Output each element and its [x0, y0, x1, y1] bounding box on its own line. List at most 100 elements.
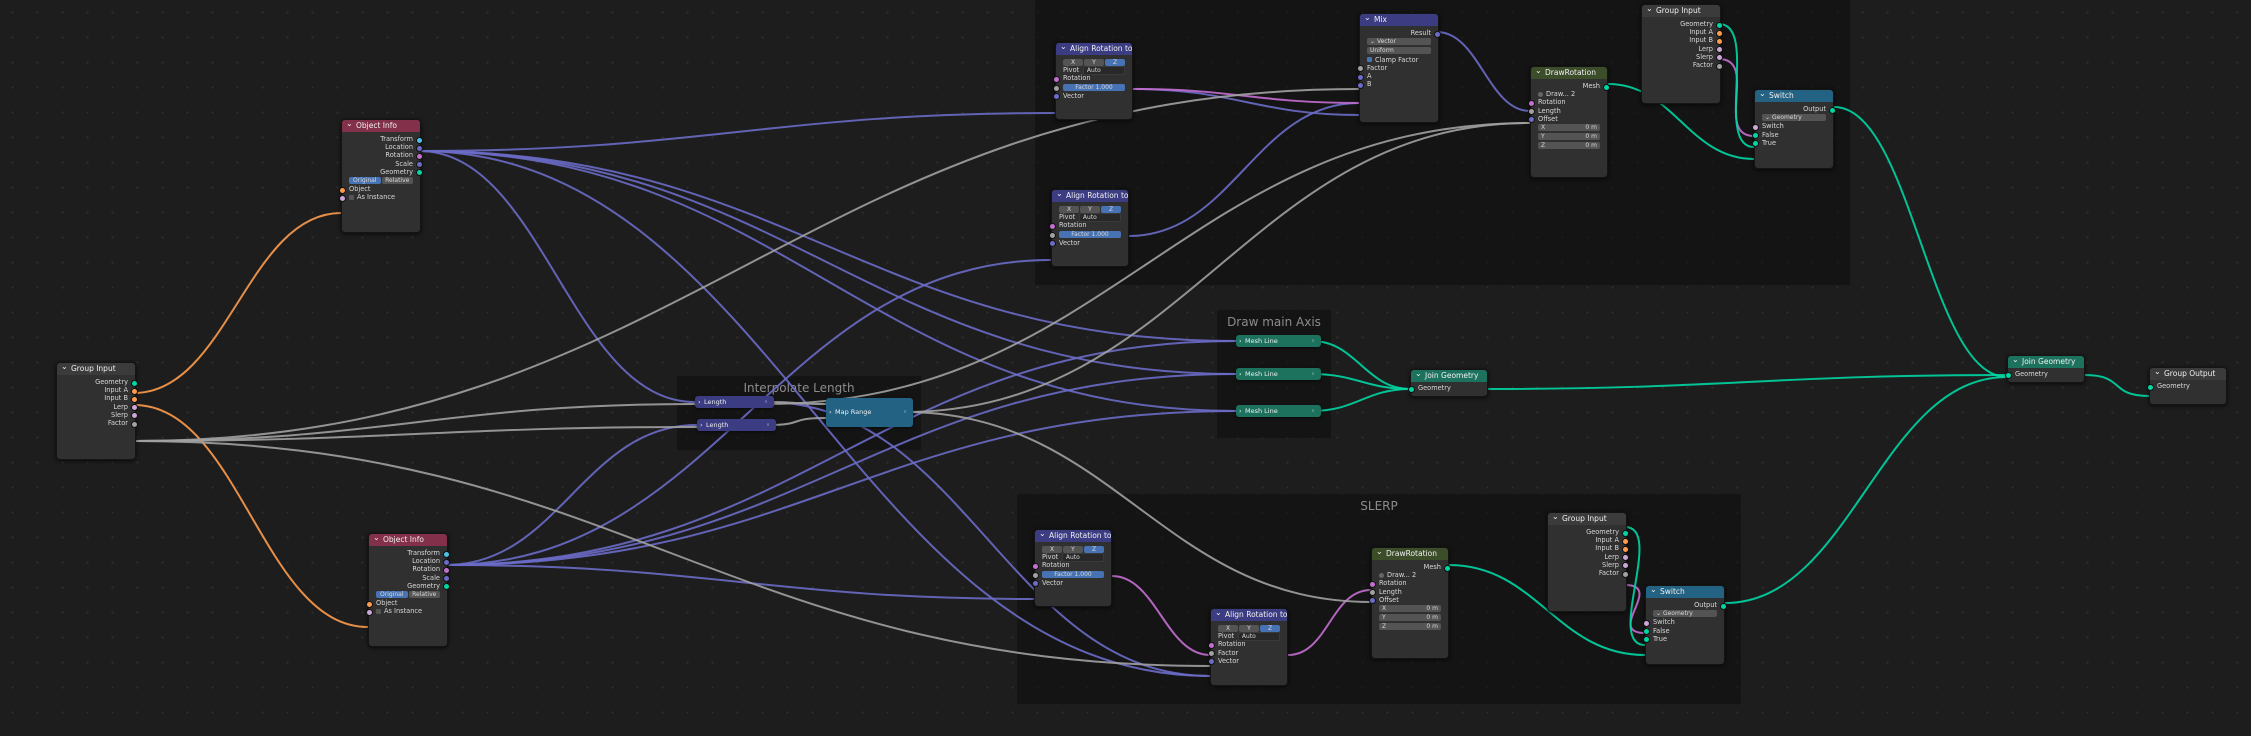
vector-socket[interactable]: [1053, 93, 1060, 101]
object-info-node-top[interactable]: Object Info Transform Location Rotation …: [339, 119, 423, 233]
geometry-socket[interactable]: [443, 583, 450, 591]
offset-x-field[interactable]: X0 m: [1538, 123, 1600, 131]
node-header[interactable]: Align Rotation to ...: [1052, 190, 1128, 202]
node-header[interactable]: DrawRotation: [1531, 67, 1607, 79]
node-header[interactable]: Align Rotation to ...: [1211, 609, 1287, 621]
align-rotation-node-top-2[interactable]: Align Rotation to ... XYZ PivotAuto Rota…: [1049, 189, 1129, 267]
bool-socket[interactable]: [366, 608, 373, 616]
vector-socket[interactable]: [1032, 580, 1039, 588]
datablock-field[interactable]: Draw...: [1546, 90, 1569, 98]
align-rotation-node-bottom-1[interactable]: Align Rotation to ... XYZ PivotAuto Rota…: [1032, 529, 1112, 607]
length-node-2[interactable]: › Length ◦: [697, 419, 776, 431]
float-socket[interactable]: [1622, 570, 1629, 578]
axis-x-button[interactable]: X: [1218, 625, 1238, 632]
axis-z-button[interactable]: Z: [1105, 59, 1125, 66]
join-geometry-node-right[interactable]: Join Geometry Geometry: [2005, 355, 2085, 383]
type-dropdown[interactable]: ⌄ Geometry: [1653, 610, 1717, 618]
as-instance-checkbox[interactable]: [376, 608, 381, 614]
node-header[interactable]: DrawRotation: [1372, 548, 1448, 560]
mode-relative-button[interactable]: Relative: [381, 176, 413, 184]
node-header[interactable]: Switch: [1755, 90, 1833, 102]
axis-z-button[interactable]: Z: [1101, 206, 1121, 213]
draw-rotation-node-bottom[interactable]: DrawRotation Mesh Draw... 2 Rotation Len…: [1369, 547, 1451, 659]
vector-socket[interactable]: [1357, 81, 1364, 89]
node-header[interactable]: Group Input: [1548, 513, 1626, 525]
node-header[interactable]: Object Info: [369, 534, 447, 546]
as-instance-checkbox[interactable]: [349, 194, 354, 200]
align-rotation-node-top-1[interactable]: Align Rotation to ... XYZ PivotAuto Rota…: [1053, 42, 1133, 120]
axis-y-button[interactable]: Y: [1063, 546, 1083, 553]
rotation-socket[interactable]: [1053, 75, 1060, 83]
align-rotation-node-bottom-2[interactable]: Align Rotation to ... XYZ PivotAuto Rota…: [1208, 608, 1288, 686]
node-header[interactable]: Join Geometry: [2008, 356, 2084, 368]
node-header[interactable]: Switch: [1646, 586, 1724, 598]
geometry-socket[interactable]: [416, 169, 423, 177]
axis-x-button[interactable]: X: [1059, 206, 1079, 213]
mesh-line-node-3[interactable]: › Mesh Line ◦: [1236, 405, 1321, 417]
vector-socket[interactable]: [1369, 597, 1376, 605]
node-header[interactable]: Join Geometry: [1411, 370, 1487, 382]
factor-field[interactable]: Factor 1.000: [1042, 570, 1104, 578]
datablock-field[interactable]: Draw...: [1387, 571, 1410, 579]
offset-y-field[interactable]: Y0 m: [1379, 614, 1441, 622]
vector-socket[interactable]: [1208, 658, 1215, 666]
geometry-socket[interactable]: [2005, 371, 2012, 379]
group-input-node-top[interactable]: Group Input Geometry Input A Input B Ler…: [1641, 4, 1723, 104]
join-geometry-node-mid[interactable]: Join Geometry Geometry: [1408, 369, 1488, 397]
clamp-factor-checkbox[interactable]: [1367, 57, 1372, 63]
vector-socket[interactable]: [1049, 240, 1056, 248]
axis-y-button[interactable]: Y: [1080, 206, 1100, 213]
rotation-socket[interactable]: [1032, 562, 1039, 570]
axis-z-button[interactable]: Z: [1260, 625, 1280, 632]
mix-node[interactable]: Mix Result ⌄ Vector Uniform Clamp Factor…: [1357, 13, 1441, 123]
input-object: Object: [366, 599, 447, 608]
mesh-line-node-2[interactable]: › Mesh Line ◦: [1236, 368, 1321, 380]
axis-z-button[interactable]: Z: [1084, 546, 1104, 553]
geometry-socket[interactable]: [1720, 602, 1727, 610]
node-header[interactable]: Group Output: [2150, 368, 2226, 380]
object-info-node-bottom[interactable]: Object Info Transform Location Rotation …: [366, 533, 450, 647]
group-output-node[interactable]: Group Output Geometry: [2147, 367, 2227, 405]
map-range-node[interactable]: › Map Range ◦: [826, 398, 913, 427]
mode-original-button[interactable]: Original: [349, 176, 381, 184]
geometry-socket[interactable]: [1829, 106, 1836, 114]
mode-relative-button[interactable]: Relative: [408, 590, 440, 598]
geometry-socket[interactable]: [2147, 383, 2154, 391]
group-input-node-main[interactable]: Group Input Geometry Input A Input B Ler…: [56, 362, 138, 460]
axis-y-button[interactable]: Y: [1239, 625, 1259, 632]
axis-y-button[interactable]: Y: [1084, 59, 1104, 66]
offset-z-field[interactable]: Z0 m: [1538, 142, 1600, 150]
mode-original-button[interactable]: Original: [376, 590, 408, 598]
geometry-socket[interactable]: [1408, 385, 1415, 393]
length-node-1[interactable]: › Length ◦: [695, 396, 774, 408]
axis-x-button[interactable]: X: [1042, 546, 1062, 553]
group-input-node-bottom[interactable]: Group Input Geometry Input A Input B Ler…: [1547, 512, 1629, 612]
float-socket[interactable]: [131, 420, 138, 428]
switch-node-bottom[interactable]: Switch Output ⌄ Geometry Switch False Tr…: [1643, 585, 1727, 665]
node-header[interactable]: Mix: [1360, 14, 1438, 26]
type-dropdown[interactable]: ⌄ Geometry: [1762, 114, 1826, 122]
node-header[interactable]: Object Info: [342, 120, 420, 132]
draw-rotation-node-top[interactable]: DrawRotation Mesh Draw... 2 Rotation Len…: [1528, 66, 1610, 178]
axis-x-button[interactable]: X: [1063, 59, 1083, 66]
node-header[interactable]: Align Rotation to ...: [1056, 43, 1132, 55]
geometry-socket[interactable]: [1752, 140, 1759, 148]
vector-socket[interactable]: [1434, 30, 1441, 38]
switch-node-top[interactable]: Switch Output ⌄ Geometry Switch False Tr…: [1752, 89, 1836, 169]
offset-z-field[interactable]: Z0 m: [1379, 623, 1441, 631]
mesh-line-node-1[interactable]: › Mesh Line ◦: [1236, 335, 1321, 347]
mode-dropdown[interactable]: Uniform: [1367, 47, 1431, 55]
offset-y-field[interactable]: Y0 m: [1538, 133, 1600, 141]
rotation-socket[interactable]: [1049, 222, 1056, 230]
float-socket[interactable]: [1716, 62, 1723, 70]
offset-x-field[interactable]: X0 m: [1379, 604, 1441, 612]
factor-field[interactable]: Factor 1.000: [1059, 230, 1121, 238]
node-header[interactable]: Align Rotation to ...: [1035, 530, 1111, 542]
node-header[interactable]: Group Input: [57, 363, 135, 375]
node-header[interactable]: Group Input: [1642, 5, 1720, 17]
geometry-socket[interactable]: [1643, 636, 1650, 644]
type-dropdown[interactable]: ⌄ Vector: [1367, 38, 1431, 46]
bool-socket[interactable]: [339, 194, 346, 202]
factor-field[interactable]: Factor 1.000: [1063, 83, 1125, 91]
vector-socket[interactable]: [1528, 116, 1535, 124]
